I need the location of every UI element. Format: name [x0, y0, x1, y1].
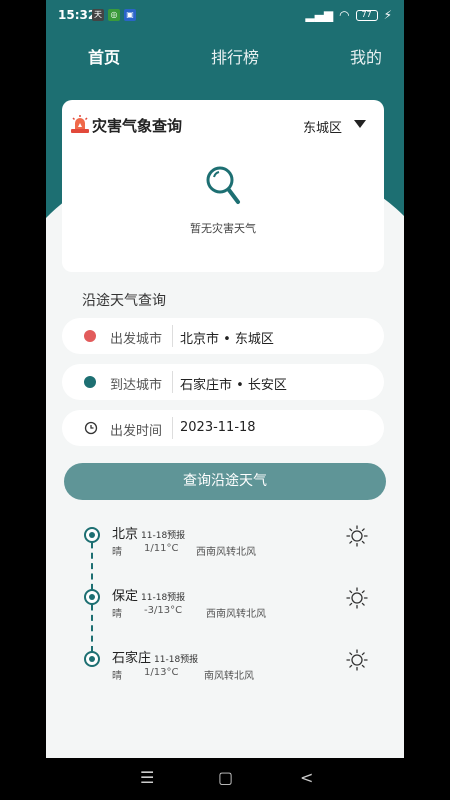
app-notification-icon: ◎	[108, 9, 120, 21]
tab-home[interactable]: 首页	[88, 44, 120, 68]
stop-forecast-tag: 11-18预报	[141, 531, 186, 541]
stop-temp: 1/13°C	[144, 667, 179, 678]
depart-label: 出发城市	[110, 332, 163, 347]
arrive-dot-icon	[84, 376, 96, 388]
depart-city-value[interactable]: 北京市 • 东城区	[180, 328, 274, 347]
stop-name: 石家庄 11-18预报	[112, 651, 199, 666]
stop-temp: 1/11°C	[144, 543, 179, 554]
top-nav: 首页 排行榜 我的	[46, 44, 404, 68]
menu-icon[interactable]: ☰	[140, 768, 154, 787]
arrive-label: 到达城市	[110, 378, 163, 393]
timeline-node-icon	[84, 589, 100, 605]
status-time: 15:32	[58, 8, 97, 22]
sun-icon	[346, 587, 368, 609]
stop-wind: 西南风转北风	[196, 547, 256, 558]
phone-screen: 15:32 天 ◎ ▣ ▂▄▆ ◠ 77 ⚡ 首页 排行榜 我的 灾害气象查询 …	[46, 0, 404, 800]
timeline-node-icon	[84, 651, 100, 667]
battery-icon: 77	[355, 9, 378, 21]
search-icon	[206, 166, 240, 204]
tab-ranking[interactable]: 排行榜	[211, 44, 259, 68]
depart-city-row[interactable]: 出发城市 北京市 • 东城区	[62, 318, 384, 354]
stop-weather: 晴	[112, 547, 122, 558]
back-icon[interactable]: <	[300, 768, 313, 787]
dropdown-arrow-icon[interactable]	[354, 120, 366, 128]
app-notification-icon: ▣	[124, 9, 136, 21]
stop-temp: -3/13°C	[144, 605, 183, 616]
disaster-card: 灾害气象查询 东城区 暂无灾害天气	[62, 100, 384, 272]
divider	[172, 371, 173, 393]
system-nav-bar: ☰ ▢ <	[46, 758, 404, 800]
query-route-weather-button[interactable]: 查询沿途天气	[64, 463, 386, 500]
app-notification-icon: 天	[92, 9, 104, 21]
home-square-icon[interactable]: ▢	[218, 768, 233, 787]
stop-weather: 晴	[112, 671, 122, 682]
divider	[172, 417, 173, 439]
tab-mine[interactable]: 我的	[350, 44, 382, 68]
stop-name: 保定 11-18预报	[112, 589, 186, 604]
depart-dot-icon	[84, 330, 96, 342]
route-section-title: 沿途天气查询	[82, 293, 166, 309]
stop-forecast-tag: 11-18预报	[141, 593, 186, 603]
depart-time-row[interactable]: 出发时间 2023-11-18	[62, 410, 384, 446]
timeline-node-icon	[84, 527, 100, 543]
time-label: 出发时间	[110, 424, 163, 439]
sun-icon	[346, 649, 368, 671]
depart-time-value[interactable]: 2023-11-18	[180, 420, 256, 435]
disaster-title: 灾害气象查询	[92, 117, 183, 135]
stop-forecast-tag: 11-18预报	[154, 655, 199, 665]
empty-message: 暂无灾害天气	[190, 222, 256, 235]
charging-icon: ⚡	[383, 8, 392, 22]
stop-wind: 西南风转北风	[206, 609, 266, 620]
route-stop: 石家庄 11-18预报 晴 1/13°C 南风转北风	[46, 649, 404, 701]
route-stop: 保定 11-18预报 晴 -3/13°C 西南风转北风	[46, 587, 404, 639]
wifi-icon: ◠	[339, 8, 350, 22]
sun-icon	[346, 525, 368, 547]
arrive-city-row[interactable]: 到达城市 石家庄市 • 长安区	[62, 364, 384, 400]
stop-name: 北京 11-18预报	[112, 527, 186, 542]
disaster-card-header: 灾害气象查询 东城区	[62, 110, 384, 140]
warning-icon	[71, 115, 89, 133]
status-bar: 15:32 天 ◎ ▣ ▂▄▆ ◠ 77 ⚡	[46, 0, 404, 32]
divider	[172, 325, 173, 347]
status-indicators: ▂▄▆ ◠ 77 ⚡	[305, 8, 392, 22]
clock-icon	[84, 421, 98, 435]
signal-icon: ▂▄▆	[305, 8, 334, 22]
district-select[interactable]: 东城区	[303, 117, 342, 136]
stop-wind: 南风转北风	[204, 671, 254, 682]
stop-weather: 晴	[112, 609, 122, 620]
arrive-city-value[interactable]: 石家庄市 • 长安区	[180, 374, 287, 393]
route-stop: 北京 11-18预报 晴 1/11°C 西南风转北风	[46, 525, 404, 577]
